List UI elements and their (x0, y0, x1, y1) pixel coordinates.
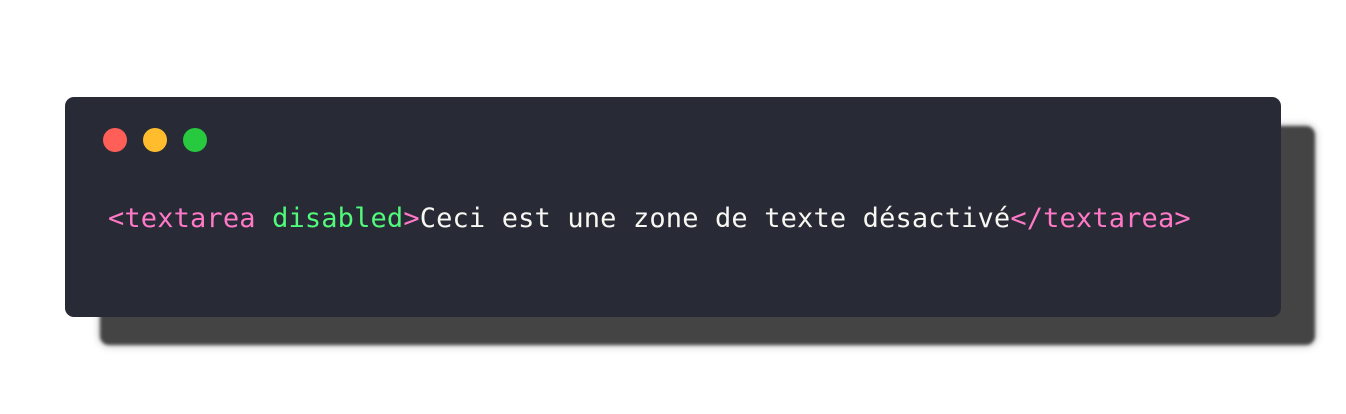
maximize-icon[interactable] (183, 128, 207, 152)
open-tag: <textarea (108, 203, 273, 234)
attribute-disabled: disabled (272, 203, 404, 234)
textarea-content: Ceci est une zone de texte désactivé (419, 203, 1011, 234)
open-tag-close: > (403, 203, 420, 234)
screenshot-stage: <textarea disabled>Ceci est une zone de … (0, 0, 1346, 414)
close-icon[interactable] (103, 128, 127, 152)
close-tag: </textarea> (1010, 203, 1191, 234)
code-snippet: <textarea disabled>Ceci est une zone de … (108, 201, 1191, 237)
code-window: <textarea disabled>Ceci est une zone de … (65, 97, 1281, 317)
window-controls (103, 128, 207, 152)
minimize-icon[interactable] (143, 128, 167, 152)
